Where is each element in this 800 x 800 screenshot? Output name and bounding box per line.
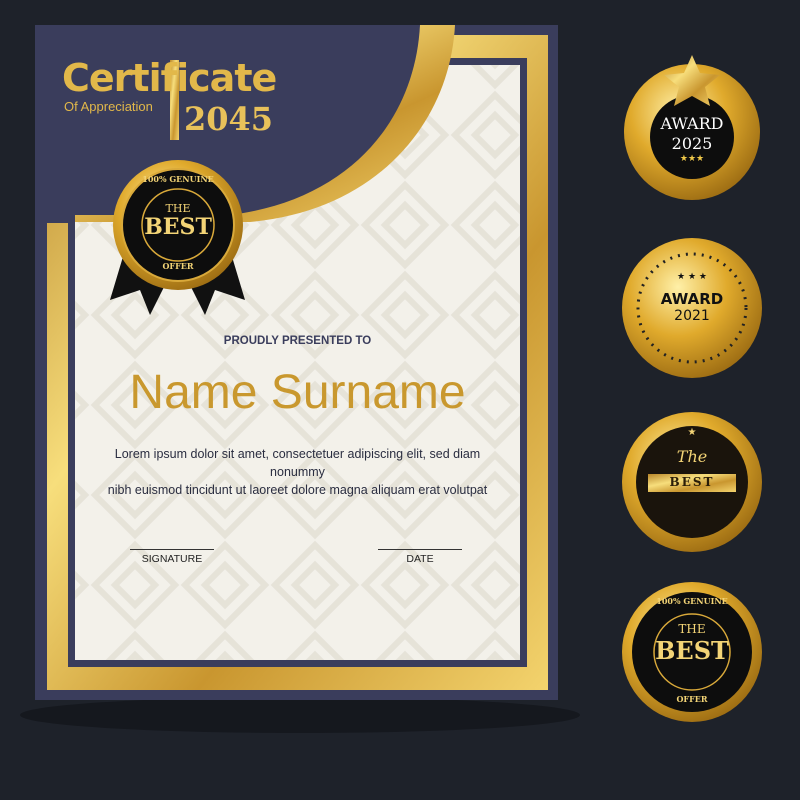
- recipient-name: Name Surname: [129, 366, 466, 419]
- presented-label: PROUDLY PRESENTED TO: [223, 335, 372, 347]
- seal-best-offer: 100% GENUINE THE BEST OFFER: [123, 170, 233, 280]
- badge-top-text: 100% GENUINE: [656, 596, 728, 606]
- badge-stars: ★ ★ ★: [677, 272, 707, 282]
- seal-bottom-text: OFFER: [162, 261, 194, 271]
- badge-line2: 2021: [674, 308, 710, 324]
- date-label: DATE: [378, 549, 462, 565]
- certificate-subtitle: Of Appreciation: [64, 99, 153, 114]
- body-line-1: Lorem ipsum dolor sit amet, consectetuer…: [114, 447, 481, 479]
- badge-stars: ★: [687, 427, 697, 438]
- certificate-year: 2045: [184, 100, 274, 138]
- badge-line1: AWARD: [660, 114, 724, 133]
- body-line-2: nibh euismod tincidunt ut laoreet dolore…: [107, 483, 488, 497]
- badge-line2: BEST: [669, 475, 715, 489]
- seal-top-text: 100% GENUINE: [142, 174, 214, 184]
- badge-line1: THE: [678, 622, 706, 636]
- signature-label: SIGNATURE: [130, 549, 214, 565]
- certificate-body: Lorem ipsum dolor sit amet, consectetuer…: [90, 445, 505, 499]
- badge-stars: ★★★: [679, 154, 705, 164]
- certificate-title: Certificate: [62, 56, 277, 100]
- seal-line2: BEST: [144, 214, 212, 240]
- badge-bottom-text: OFFER: [676, 694, 708, 704]
- badge-line2: 2025: [671, 134, 713, 153]
- badge-line1: AWARD: [660, 290, 724, 308]
- badge-line2: BEST: [655, 636, 729, 665]
- badge-line1: The: [676, 447, 708, 466]
